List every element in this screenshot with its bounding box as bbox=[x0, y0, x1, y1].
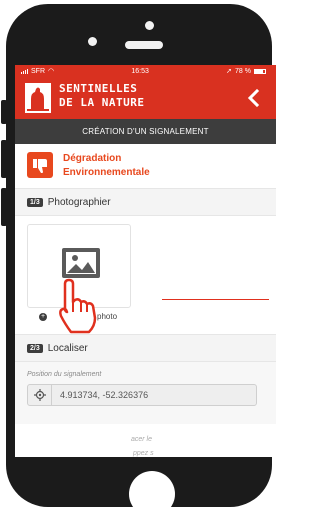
location-arrow-icon: ➚ bbox=[226, 68, 233, 75]
status-bar: SFR ◠ 16:53 ➚ 78 % bbox=[15, 65, 276, 77]
battery-percent: 78 % bbox=[235, 67, 251, 75]
location-field[interactable]: 4.913734, -52.326376 bbox=[27, 384, 257, 406]
phone-camera-left bbox=[88, 37, 97, 46]
status-time: 16:53 bbox=[131, 67, 149, 75]
page-title-text: CRÉATION D'UN SIGNALEMENT bbox=[82, 127, 209, 136]
category-line2: Environnementale bbox=[63, 167, 150, 178]
phone-side-button-top bbox=[1, 100, 7, 124]
page-title: CRÉATION D'UN SIGNALEMENT bbox=[15, 119, 276, 144]
step-photographier: 1/3 Photographier bbox=[15, 188, 276, 216]
app-title-line2: DE LA NATURE bbox=[59, 96, 145, 109]
step-localiser: 2/3 Localiser bbox=[15, 334, 276, 362]
photo-section: + photo bbox=[15, 216, 276, 334]
location-value: 4.913734, -52.326376 bbox=[60, 390, 149, 400]
wifi-icon: ◠ bbox=[48, 68, 55, 75]
partial-text-2: ppez s bbox=[133, 450, 154, 457]
plus-icon: + bbox=[39, 312, 47, 321]
app-title: SENTINELLES DE LA NATURE bbox=[59, 82, 144, 110]
category-line1: Dégradation bbox=[63, 153, 122, 164]
crosshair-icon[interactable] bbox=[28, 385, 52, 405]
step-badge: 2/3 bbox=[27, 343, 43, 353]
phone-side-button-mid bbox=[1, 140, 7, 178]
thumbs-down-icon bbox=[27, 152, 53, 178]
hand-pointer-icon bbox=[55, 278, 105, 336]
partial-text-1: acer le bbox=[131, 436, 153, 443]
red-annotation-line bbox=[162, 299, 269, 300]
phone-speaker bbox=[125, 41, 163, 49]
home-button[interactable] bbox=[129, 471, 175, 511]
signal-icon bbox=[21, 68, 28, 74]
phone-side-button-low bbox=[1, 188, 7, 226]
category-header: Dégradation Environnementale bbox=[15, 144, 276, 188]
phone-camera-top bbox=[145, 21, 154, 30]
app-screen: SFR ◠ 16:53 ➚ 78 % SENTINELLES DE LA NAT… bbox=[15, 65, 276, 457]
location-label: Position du signalement bbox=[27, 371, 102, 378]
app-header: SENTINELLES DE LA NATURE bbox=[15, 77, 276, 119]
step-badge: 1/3 bbox=[27, 197, 43, 207]
step-label: Photographier bbox=[47, 196, 111, 208]
app-logo bbox=[25, 83, 51, 113]
bottom-partial-content: acer le ppez s bbox=[15, 424, 276, 457]
chevron-left-icon[interactable] bbox=[244, 88, 264, 108]
battery-icon bbox=[253, 68, 266, 74]
carrier-label: SFR bbox=[31, 67, 45, 75]
app-title-line1: SENTINELLES bbox=[59, 82, 138, 95]
step-label: Localiser bbox=[47, 342, 88, 354]
sentinel-logo-icon bbox=[25, 83, 51, 113]
category-title: Dégradation Environnementale bbox=[63, 152, 150, 180]
image-icon bbox=[61, 247, 101, 279]
location-section: Position du signalement 4.913734, -52.32… bbox=[15, 362, 276, 424]
